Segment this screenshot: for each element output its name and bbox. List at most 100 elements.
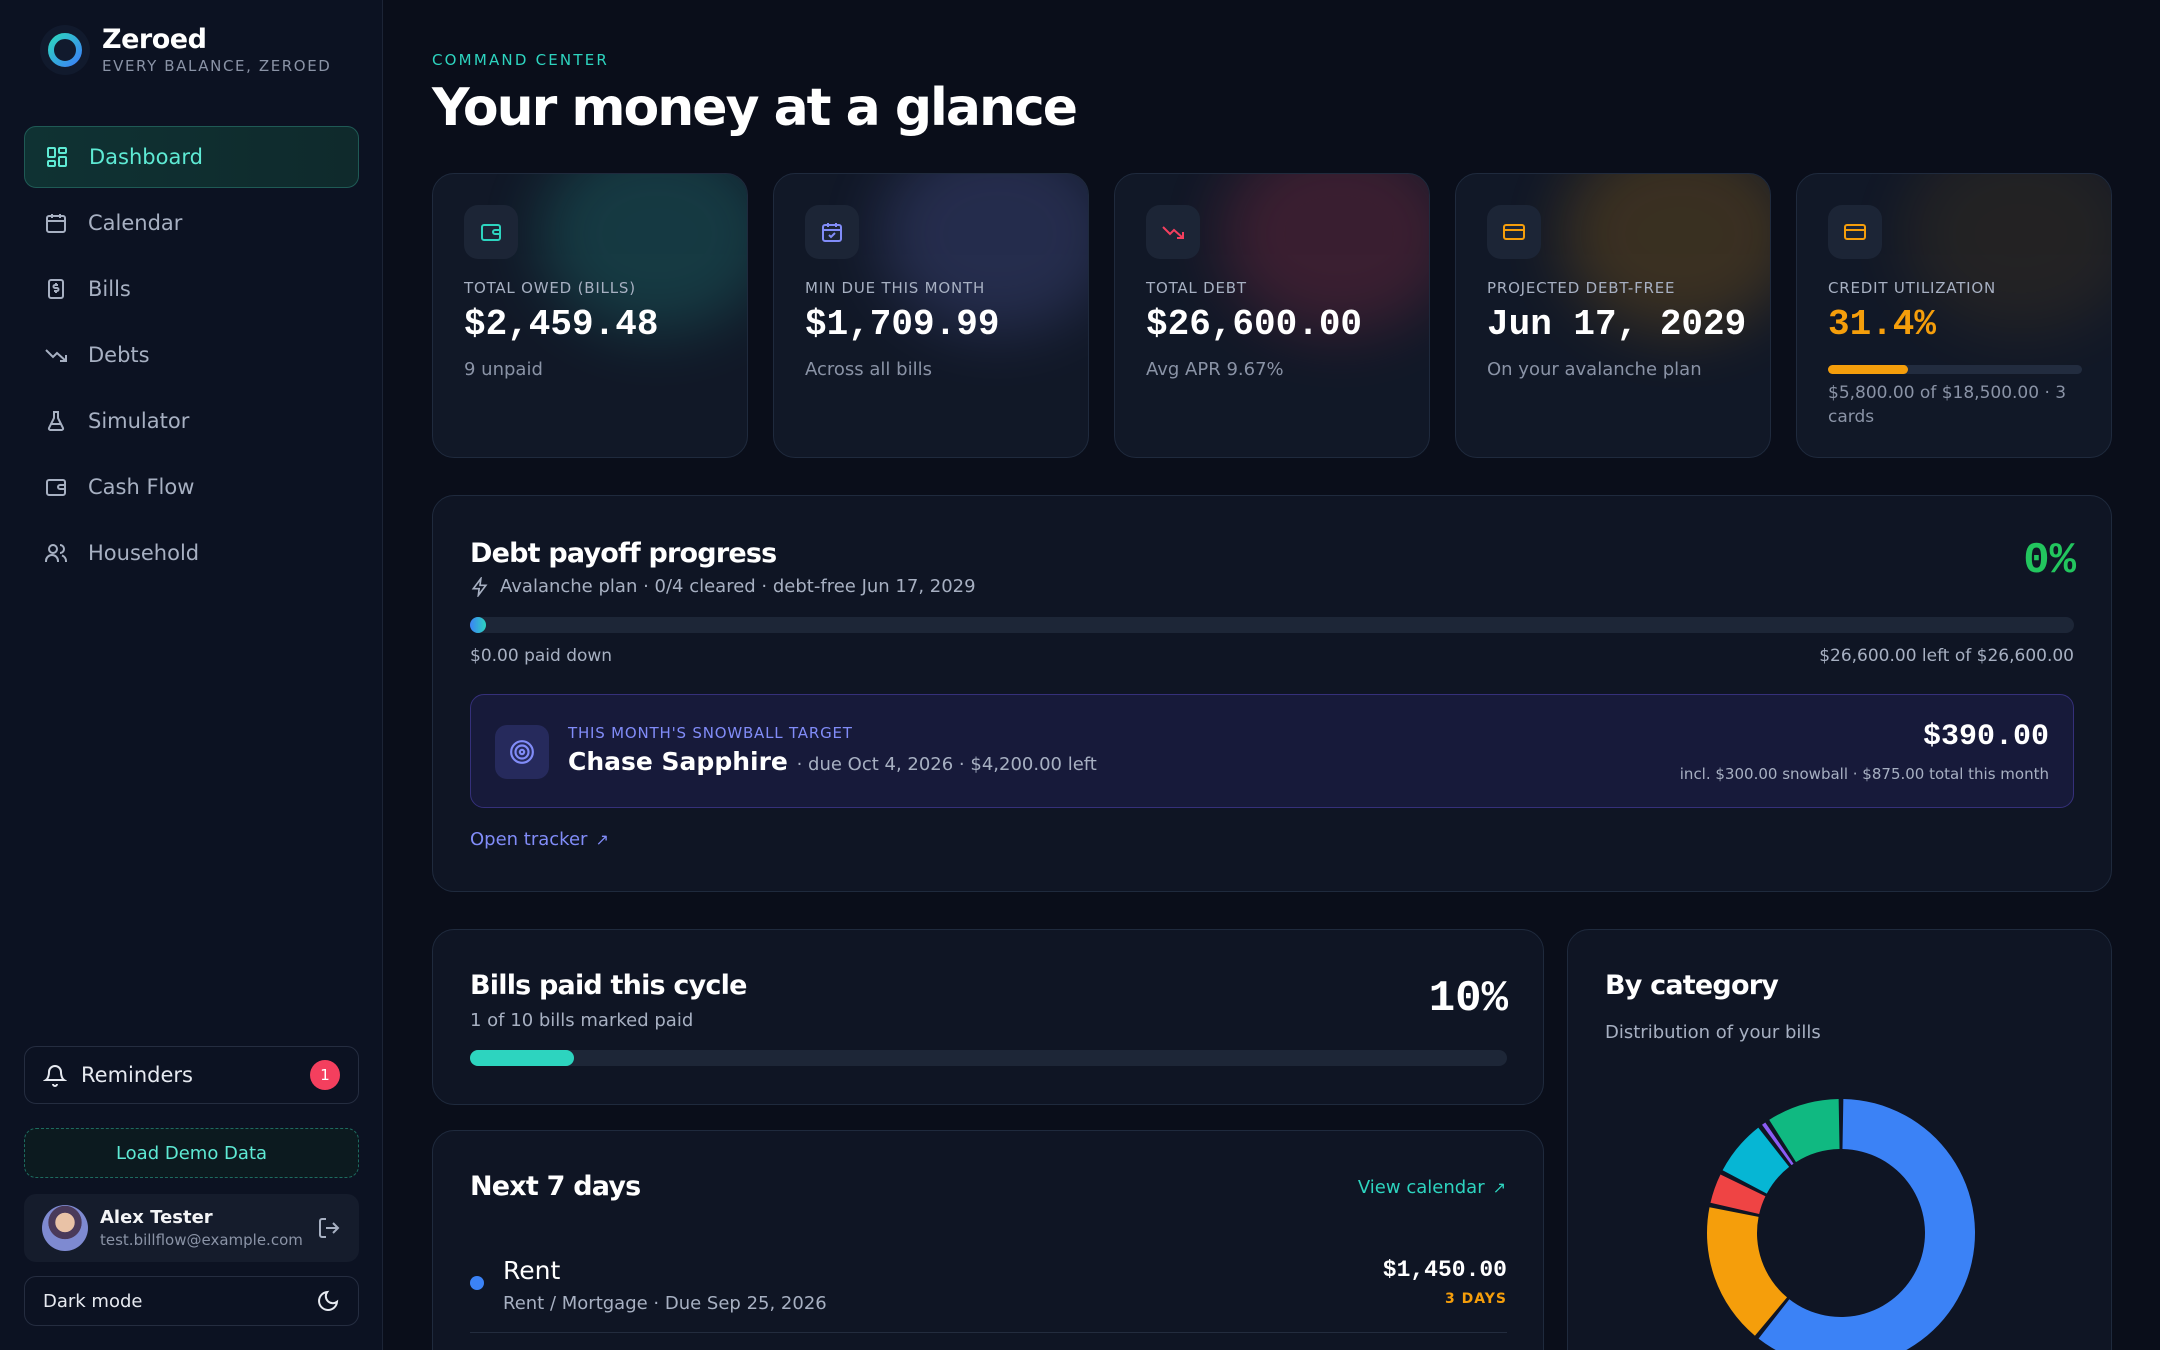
nav-label: Dashboard bbox=[89, 145, 203, 169]
user-card: Alex Tester test.billflow@example.com bbox=[24, 1194, 359, 1262]
stat-card-total-debt: TOTAL DEBT $26,600.00 Avg APR 9.67% bbox=[1114, 173, 1430, 458]
target-icon bbox=[495, 725, 549, 779]
nav-item-simulator[interactable]: Simulator bbox=[24, 390, 359, 452]
nav-item-bills[interactable]: Bills bbox=[24, 258, 359, 320]
stat-value: $1,709.99 bbox=[805, 304, 1000, 345]
nav-item-calendar[interactable]: Calendar bbox=[24, 192, 359, 254]
open-tracker-label: Open tracker bbox=[470, 829, 588, 850]
brand-name: Zeroed bbox=[102, 24, 207, 55]
stat-card-total-owed: TOTAL OWED (BILLS) $2,459.48 9 unpaid bbox=[432, 173, 748, 458]
trending-down-icon bbox=[42, 341, 70, 369]
stat-sub: 9 unpaid bbox=[464, 359, 543, 380]
arrow-up-right-icon: ↗ bbox=[595, 830, 609, 849]
sidebar: Zeroed EVERY BALANCE, ZEROED Dashboard C… bbox=[0, 0, 383, 1350]
list-item[interactable]: Rent Rent / Mortgage · Due Sep 25, 2026 … bbox=[470, 1253, 1507, 1333]
bills-icon bbox=[42, 275, 70, 303]
snowball-target-card[interactable]: THIS MONTH'S SNOWBALL TARGET Chase Sapph… bbox=[470, 694, 2074, 808]
panel-title: Debt payoff progress bbox=[470, 538, 777, 569]
stat-card-projected-debt-free: PROJECTED DEBT-FREE Jun 17, 2029 On your… bbox=[1455, 173, 1771, 458]
utilization-bar bbox=[1828, 365, 2082, 374]
snowball-amount: $390.00 bbox=[1922, 720, 2049, 754]
lightning-icon bbox=[470, 576, 490, 597]
stat-sub: Avg APR 9.67% bbox=[1146, 359, 1284, 380]
snowball-name: Chase Sapphire bbox=[568, 747, 788, 776]
reminders-label: Reminders bbox=[81, 1063, 193, 1087]
nav-item-dashboard[interactable]: Dashboard bbox=[24, 126, 359, 188]
page-eyebrow: COMMAND CENTER bbox=[432, 51, 609, 69]
stat-value: Jun 17, 2029 bbox=[1487, 304, 1747, 345]
panel-title: Bills paid this cycle bbox=[470, 970, 747, 1001]
logo-ring-icon bbox=[40, 24, 90, 75]
bills-paid-panel: Bills paid this cycle 1 of 10 bills mark… bbox=[432, 929, 1544, 1105]
view-calendar-link[interactable]: View calendar ↗ bbox=[1358, 1177, 1506, 1198]
calendar-icon bbox=[42, 209, 70, 237]
category-donut-chart bbox=[1707, 1099, 1975, 1350]
dark-mode-toggle[interactable]: Dark mode bbox=[24, 1276, 359, 1326]
utilization-bar-fill bbox=[1828, 365, 1908, 374]
stat-value: 31.4% bbox=[1828, 304, 1937, 345]
bill-meta: Rent / Mortgage · Due Sep 25, 2026 bbox=[503, 1293, 827, 1314]
arrow-up-right-icon: ↗ bbox=[1492, 1178, 1506, 1197]
bill-days-until: 3 DAYS bbox=[1445, 1291, 1507, 1307]
bill-name: Rent bbox=[503, 1256, 561, 1285]
wallet-icon bbox=[464, 205, 518, 259]
stat-value: $26,600.00 bbox=[1146, 304, 1363, 345]
main-nav: Dashboard Calendar Bills Debts Simulator bbox=[24, 126, 359, 588]
debt-payoff-panel: Debt payoff progress Avalanche plan · 0/… bbox=[432, 495, 2112, 892]
next-7-days-panel: Next 7 days View calendar ↗ Rent Rent / … bbox=[432, 1130, 1544, 1350]
stat-sub: Across all bills bbox=[805, 359, 932, 380]
debt-progress-bar bbox=[470, 617, 2074, 633]
calendar-check-icon bbox=[805, 205, 859, 259]
debt-progress-percent: 0% bbox=[2023, 536, 2076, 586]
stat-label: MIN DUE THIS MONTH bbox=[805, 279, 986, 297]
snowball-detail: · due Oct 4, 2026 · $4,200.00 left bbox=[796, 754, 1097, 775]
bills-paid-percent: 10% bbox=[1428, 974, 1508, 1024]
wallet-icon bbox=[42, 473, 70, 501]
moon-icon bbox=[316, 1289, 340, 1313]
donut-slice[interactable] bbox=[1769, 1099, 1840, 1163]
user-email: test.billflow@example.com bbox=[100, 1231, 303, 1249]
nav-label: Debts bbox=[88, 343, 150, 367]
nav-label: Bills bbox=[88, 277, 131, 301]
credit-card-icon bbox=[1828, 205, 1882, 259]
debt-plan-summary: Avalanche plan · 0/4 cleared · debt-free… bbox=[470, 576, 976, 597]
nav-label: Cash Flow bbox=[88, 475, 195, 499]
flask-icon bbox=[42, 407, 70, 435]
reminders-button[interactable]: Reminders 1 bbox=[24, 1046, 359, 1104]
panel-title: By category bbox=[1605, 970, 1779, 1001]
stat-label: TOTAL OWED (BILLS) bbox=[464, 279, 636, 297]
bills-paid-bar bbox=[470, 1050, 1507, 1066]
user-name: Alex Tester bbox=[100, 1207, 213, 1228]
nav-label: Household bbox=[88, 541, 200, 565]
view-calendar-label: View calendar bbox=[1357, 1177, 1485, 1198]
nav-item-cash-flow[interactable]: Cash Flow bbox=[24, 456, 359, 518]
brand[interactable]: Zeroed EVERY BALANCE, ZEROED bbox=[40, 24, 331, 75]
by-category-panel: By category Distribution of your bills bbox=[1567, 929, 2112, 1350]
donut-slice[interactable] bbox=[1707, 1207, 1788, 1336]
load-demo-data-button[interactable]: Load Demo Data bbox=[24, 1128, 359, 1178]
bills-paid-subtitle: 1 of 10 bills marked paid bbox=[470, 1010, 694, 1031]
nav-label: Simulator bbox=[88, 409, 190, 433]
stat-sub: $5,800.00 of $18,500.00 · 3 cards bbox=[1828, 383, 2067, 427]
remaining-text: $26,600.00 left of $26,600.00 bbox=[1819, 646, 2074, 666]
snowball-eyebrow: THIS MONTH'S SNOWBALL TARGET bbox=[568, 724, 853, 742]
bell-icon bbox=[43, 1063, 67, 1087]
stat-label: TOTAL DEBT bbox=[1146, 279, 1247, 297]
reminders-count-badge: 1 bbox=[310, 1060, 340, 1090]
stat-card-credit-utilization: CREDIT UTILIZATION 31.4% $5,800.00 of $1… bbox=[1796, 173, 2112, 458]
nav-item-household[interactable]: Household bbox=[24, 522, 359, 584]
dark-mode-label: Dark mode bbox=[43, 1290, 143, 1312]
nav-item-debts[interactable]: Debts bbox=[24, 324, 359, 386]
snowball-note: incl. $300.00 snowball · $875.00 total t… bbox=[1679, 765, 2049, 783]
bills-paid-fill bbox=[470, 1050, 574, 1066]
page-title: Your money at a glance bbox=[432, 78, 1078, 138]
stat-sub: On your avalanche plan bbox=[1487, 359, 1702, 380]
dashboard-icon bbox=[43, 143, 71, 171]
open-tracker-link[interactable]: Open tracker ↗ bbox=[470, 829, 609, 850]
logout-icon[interactable] bbox=[317, 1216, 341, 1240]
debt-plan-text: Avalanche plan · 0/4 cleared · debt-free… bbox=[500, 576, 976, 597]
category-dot bbox=[470, 1276, 484, 1290]
panel-title: Next 7 days bbox=[470, 1171, 641, 1202]
debt-progress-fill bbox=[470, 617, 486, 633]
category-subtitle: Distribution of your bills bbox=[1605, 1022, 1821, 1043]
